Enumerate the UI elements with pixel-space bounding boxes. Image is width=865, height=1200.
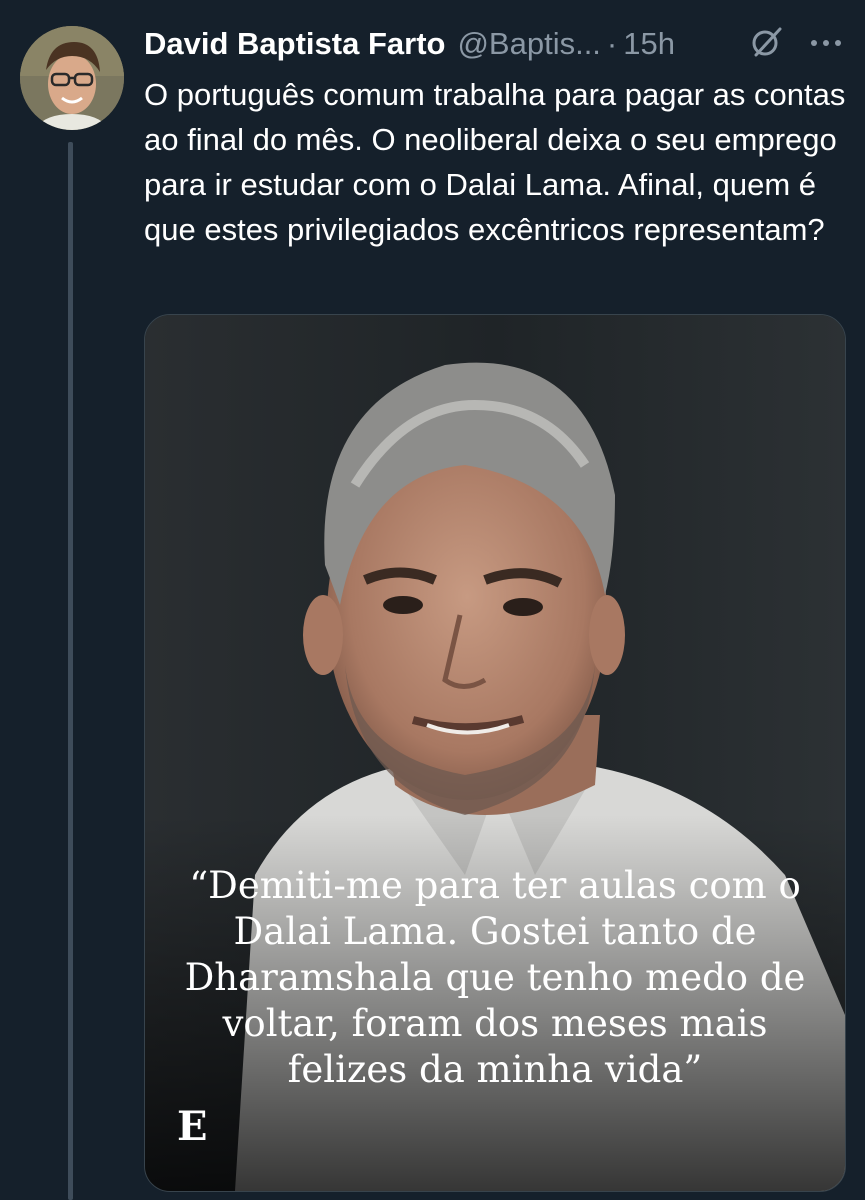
tweet-media[interactable]: “Demiti-me para ter aulas com o Dalai La… [144,314,846,1192]
thread-line [68,142,73,1200]
separator-dot: · [606,26,618,61]
tweet-timestamp[interactable]: 15h [623,26,675,62]
author-handle[interactable]: @Baptis... [457,26,600,62]
media-quote: “Demiti-me para ter aulas com o Dalai La… [184,864,806,1091]
avatar[interactable] [20,26,124,130]
tweet-header: David Baptista Farto @Baptis... · 15h [144,24,844,64]
grok-icon[interactable] [748,24,784,60]
tweet-text: O português comum trabalha para pagar as… [144,77,846,247]
more-icon[interactable] [806,28,846,58]
author-name[interactable]: David Baptista Farto [144,26,445,62]
publisher-logo: E [177,1103,208,1150]
avatar-image [20,26,124,130]
